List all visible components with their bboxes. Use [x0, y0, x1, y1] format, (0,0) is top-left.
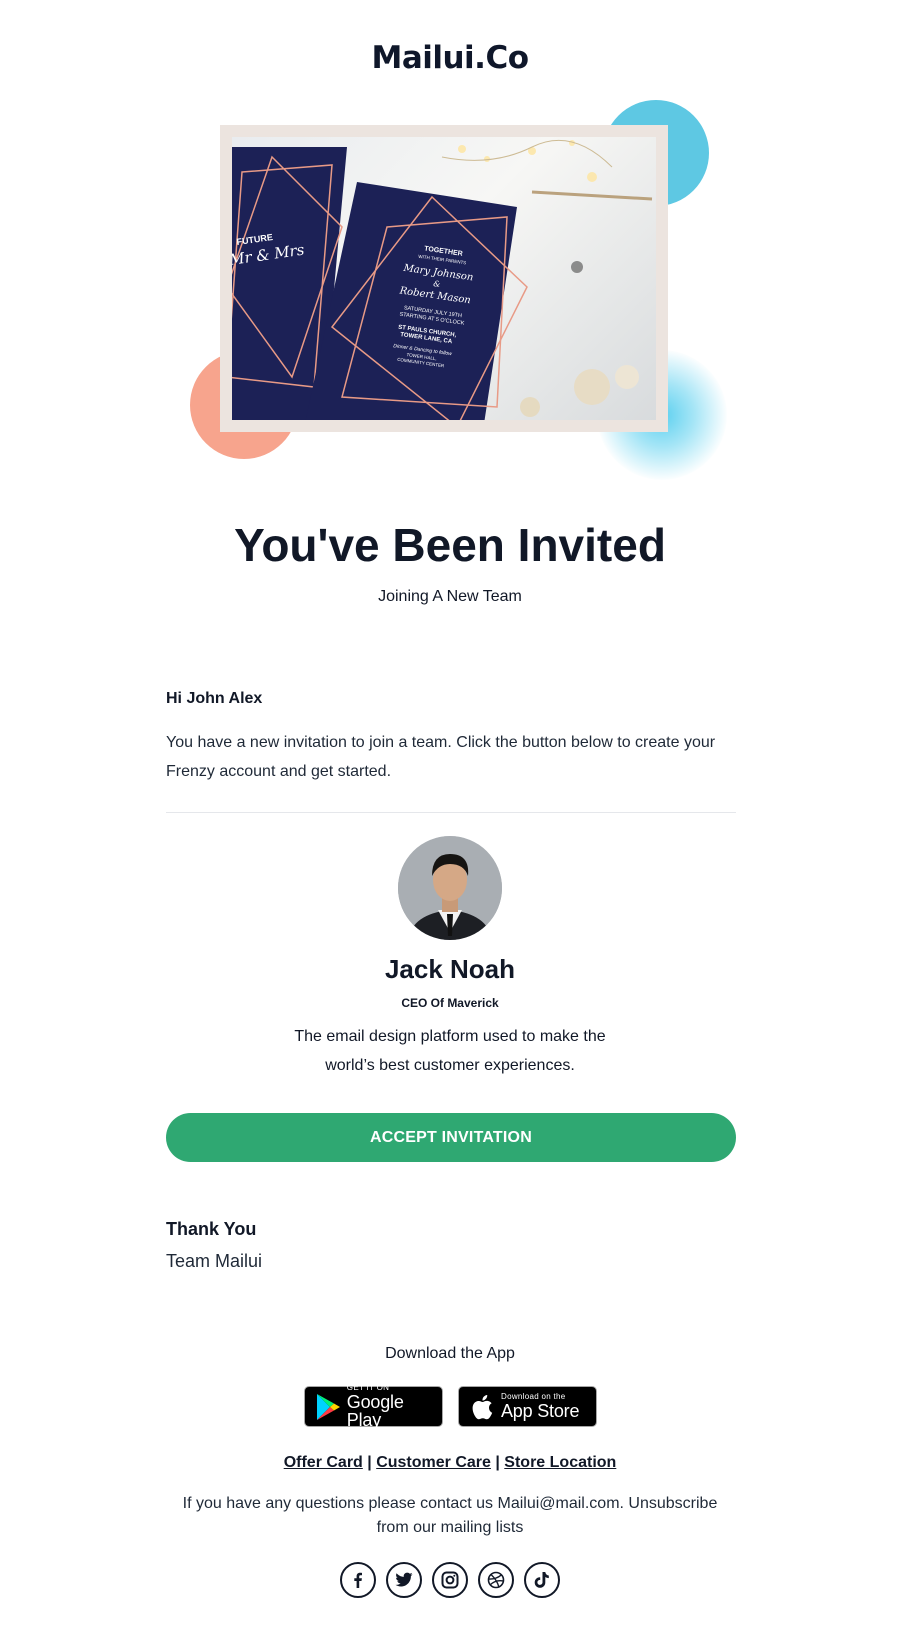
google-play-badge[interactable]: GET IT ON Google Play [304, 1383, 443, 1430]
twitter-icon[interactable] [386, 1562, 422, 1598]
google-play-small-text: GET IT ON [346, 1383, 390, 1392]
contact-text: If you have any questions please contact… [182, 1495, 718, 1536]
social-links [0, 1562, 900, 1598]
hero-photo-frame: FUTURE Mr & Mrs TOGETHER WITH THEIR PARE… [220, 125, 668, 432]
invitation-cards-photo: FUTURE Mr & Mrs TOGETHER WITH THEIR PARE… [232, 137, 656, 420]
google-play-icon [313, 1392, 343, 1422]
brand-logo: Mailui.Co [371, 40, 529, 76]
signoff-thanks: Thank You [166, 1219, 257, 1239]
hero-illustration: FUTURE Mr & Mrs TOGETHER WITH THEIR PARE… [185, 95, 727, 495]
profile-description: The email design platform used to make t… [294, 1028, 606, 1074]
accept-invitation-button[interactable]: ACCEPT INVITATION [166, 1113, 736, 1162]
dribbble-icon[interactable] [478, 1562, 514, 1598]
greeting: Hi John Alex [166, 690, 263, 707]
avatar [398, 836, 502, 940]
instagram-icon[interactable] [432, 1562, 468, 1598]
right-card-line4: & [433, 279, 441, 289]
app-store-badge[interactable]: Download on the App Store [458, 1386, 597, 1427]
facebook-icon[interactable] [340, 1562, 376, 1598]
link-separator: | [495, 1454, 500, 1471]
customer-care-link[interactable]: Customer Care [376, 1454, 491, 1471]
offer-card-link[interactable]: Offer Card [284, 1454, 363, 1471]
app-store-small-text: Download on the [501, 1392, 566, 1401]
page-subtitle: Joining A New Team [378, 588, 522, 605]
app-store-big-text: App Store [501, 1401, 580, 1421]
profile-name: Jack Noah [384, 954, 516, 984]
download-app-label: Download the App [385, 1345, 515, 1362]
store-location-link[interactable]: Store Location [504, 1454, 616, 1471]
apple-icon [467, 1392, 497, 1422]
signoff-team: Team Mailui [166, 1251, 263, 1271]
footer-links: Offer Card | Customer Care | Store Locat… [0, 1454, 900, 1472]
intro-paragraph: You have a new invitation to join a team… [166, 734, 716, 780]
page-title: You've Been Invited [234, 519, 666, 571]
google-play-big-text: Google Play [346, 1392, 404, 1430]
tiktok-icon[interactable] [524, 1562, 560, 1598]
link-separator: | [367, 1454, 372, 1471]
profile-role: CEO Of Maverick [401, 996, 499, 1010]
section-divider [166, 812, 736, 813]
